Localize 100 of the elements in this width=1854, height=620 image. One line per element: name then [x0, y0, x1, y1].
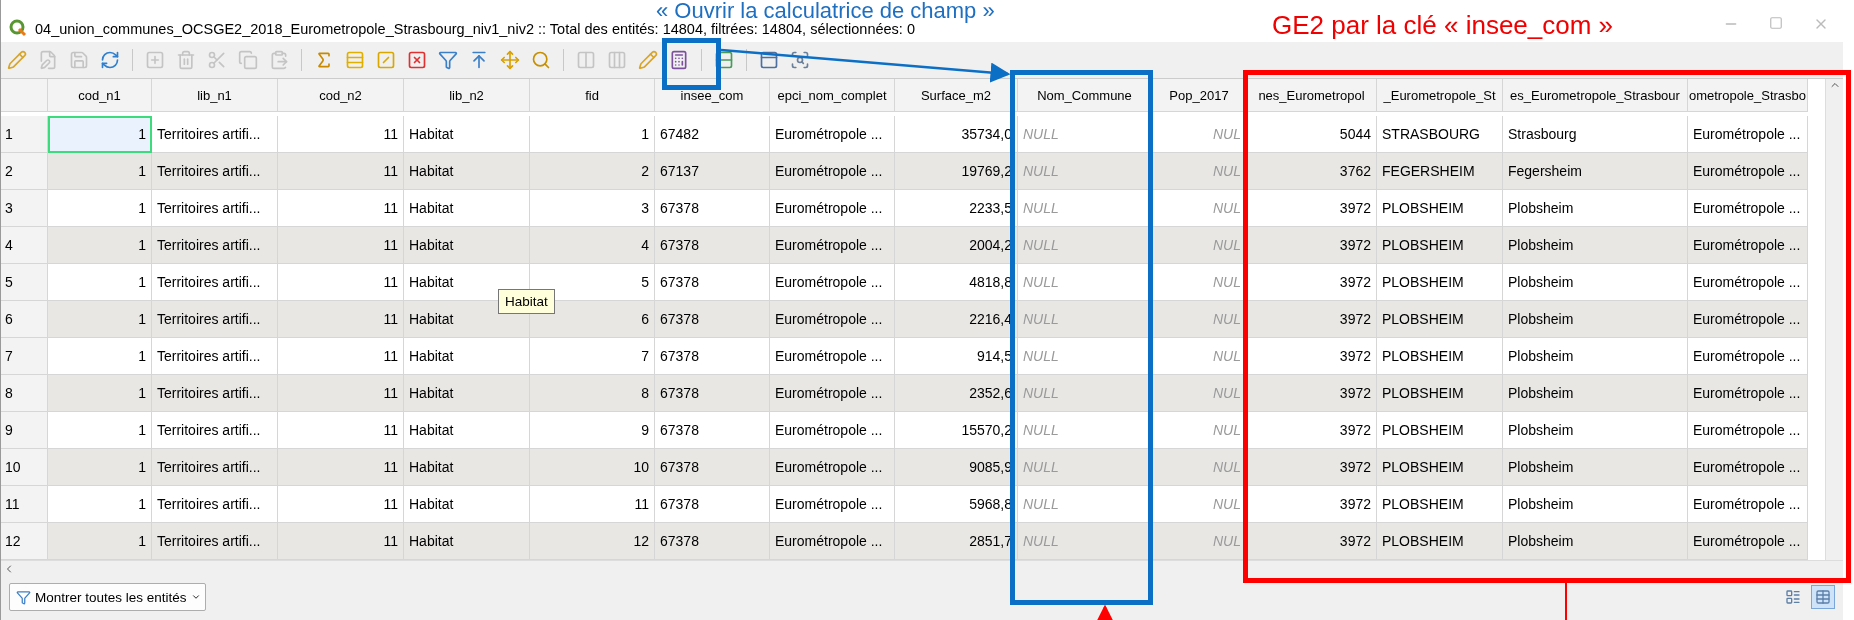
table-cell: PLOBSHEIM: [1377, 338, 1503, 375]
table-cell: Eurométropole ...: [1688, 264, 1808, 301]
column-header[interactable]: insee_com: [655, 79, 770, 112]
column-header[interactable]: ometropole_Strasbo: [1688, 79, 1808, 112]
table-cell: 2: [530, 153, 655, 190]
maximize-icon[interactable]: [1769, 15, 1783, 32]
row-number[interactable]: 10: [1, 449, 48, 486]
deselect-icon[interactable]: [407, 50, 427, 70]
table-cell: PLOBSHEIM: [1377, 375, 1503, 412]
row-number[interactable]: 5: [1, 264, 48, 301]
calculator-icon[interactable]: [669, 50, 689, 70]
table-cell: Habitat: [404, 523, 530, 560]
row-number[interactable]: 6: [1, 301, 48, 338]
row-number[interactable]: 9: [1, 412, 48, 449]
table-cell: 67482: [655, 116, 770, 153]
table-cell: Territoires artifi...: [152, 375, 278, 412]
table-cell: Eurométropole ...: [1688, 449, 1808, 486]
table-cell: 3972: [1247, 412, 1377, 449]
table-cell: PLOBSHEIM: [1377, 449, 1503, 486]
table-cell: Plobsheim: [1503, 449, 1688, 486]
table-cell: Territoires artifi...: [152, 486, 278, 523]
table-cell: 2233,5: [895, 190, 1018, 227]
table-cell: 67378: [655, 338, 770, 375]
row-number[interactable]: 12: [1, 523, 48, 560]
table-cell: 2352,6: [895, 375, 1018, 412]
actions-icon[interactable]: [790, 50, 810, 70]
table-cell: 1: [48, 523, 152, 560]
filter-icon[interactable]: [438, 50, 458, 70]
table-cell: 15570,2: [895, 412, 1018, 449]
row-number[interactable]: 8: [1, 375, 48, 412]
column-header[interactable]: nes_Eurometropol: [1247, 79, 1377, 112]
table-cell: Territoires artifi...: [152, 190, 278, 227]
column-header[interactable]: es_Eurometropole_Strasbour: [1503, 79, 1688, 112]
move-to-top-icon[interactable]: [469, 50, 489, 70]
table-cell: Plobsheim: [1503, 486, 1688, 523]
table-cell: Plobsheim: [1503, 412, 1688, 449]
table-cell: Eurométropole ...: [770, 264, 895, 301]
pencil-icon[interactable]: [7, 50, 27, 70]
column-header[interactable]: cod_n2: [278, 79, 404, 112]
window-title: 04_union_communes_OCSGE2_2018_Eurometropole_Strasbourg_niv1_niv2 :: Total des entités: 14804, filtrées: 14804, sélectionnées: 0: [35, 21, 915, 37]
table-cell: 3972: [1247, 449, 1377, 486]
table-cell: Eurométropole ...: [770, 486, 895, 523]
select-all-icon[interactable]: [345, 50, 365, 70]
table-cell: Habitat: [404, 227, 530, 264]
table-cell: 1: [48, 486, 152, 523]
table-cell: Territoires artifi...: [152, 338, 278, 375]
show-features-dropdown[interactable]: Montrer toutes les entités: [9, 583, 206, 611]
row-number[interactable]: 1: [1, 116, 48, 153]
table-cell: 3972: [1247, 486, 1377, 523]
column-header[interactable]: epci_nom_complet: [770, 79, 895, 112]
column-header[interactable]: lib_n2: [404, 79, 530, 112]
row-number[interactable]: 3: [1, 190, 48, 227]
table-cell: 11: [278, 338, 404, 375]
row-number[interactable]: 11: [1, 486, 48, 523]
search-icon[interactable]: [531, 50, 551, 70]
pencil-icon[interactable]: [638, 50, 658, 70]
table-cell: 11: [278, 301, 404, 338]
table-cell: Territoires artifi...: [152, 227, 278, 264]
table-cell: PLOBSHEIM: [1377, 190, 1503, 227]
table-cell: Habitat: [404, 116, 530, 153]
table-cell: 12: [530, 523, 655, 560]
table-cell: 2851,7: [895, 523, 1018, 560]
table-cell: 7: [530, 338, 655, 375]
table-cell: Eurométropole ...: [1688, 486, 1808, 523]
table-cell: 1: [48, 153, 152, 190]
table-cell: 3: [530, 190, 655, 227]
table-cell: 9: [530, 412, 655, 449]
table-view-button[interactable]: [1811, 585, 1835, 609]
row-number[interactable]: 2: [1, 153, 48, 190]
column-header[interactable]: Surface_m2: [895, 79, 1018, 112]
table-cell: 1: [48, 227, 152, 264]
row-number[interactable]: 7: [1, 338, 48, 375]
table-cell: 11: [278, 449, 404, 486]
pan-icon[interactable]: [500, 50, 520, 70]
table-cell: Eurométropole ...: [1688, 153, 1808, 190]
pointer-arrow: [1095, 604, 1115, 620]
table-cell: 3972: [1247, 375, 1377, 412]
invert-selection-icon[interactable]: [376, 50, 396, 70]
table-cell: Eurométropole ...: [770, 190, 895, 227]
column-header[interactable]: lib_n1: [152, 79, 278, 112]
table-cell: 1: [48, 375, 152, 412]
table-cell: PLOBSHEIM: [1377, 523, 1503, 560]
app-logo-icon: [9, 19, 27, 37]
table-cell: Eurométropole ...: [770, 375, 895, 412]
column-header[interactable]: _Eurometropole_St: [1377, 79, 1503, 112]
table-cell: Habitat: [404, 486, 530, 523]
table-cell: Eurométropole ...: [1688, 375, 1808, 412]
dock-icon[interactable]: [759, 50, 779, 70]
reload-icon[interactable]: [100, 50, 120, 70]
table-cell: 3972: [1247, 227, 1377, 264]
table-cell: Habitat: [404, 412, 530, 449]
column-header[interactable]: fid: [530, 79, 655, 112]
row-number[interactable]: 4: [1, 227, 48, 264]
table-cell: Territoires artifi...: [152, 116, 278, 153]
vertical-scrollbar[interactable]: [1825, 79, 1843, 560]
column-header[interactable]: cod_n1: [48, 79, 152, 112]
table-cell: Plobsheim: [1503, 338, 1688, 375]
table-cell: 11: [278, 523, 404, 560]
table-cell: Habitat: [404, 449, 530, 486]
table-cell: 8: [530, 375, 655, 412]
